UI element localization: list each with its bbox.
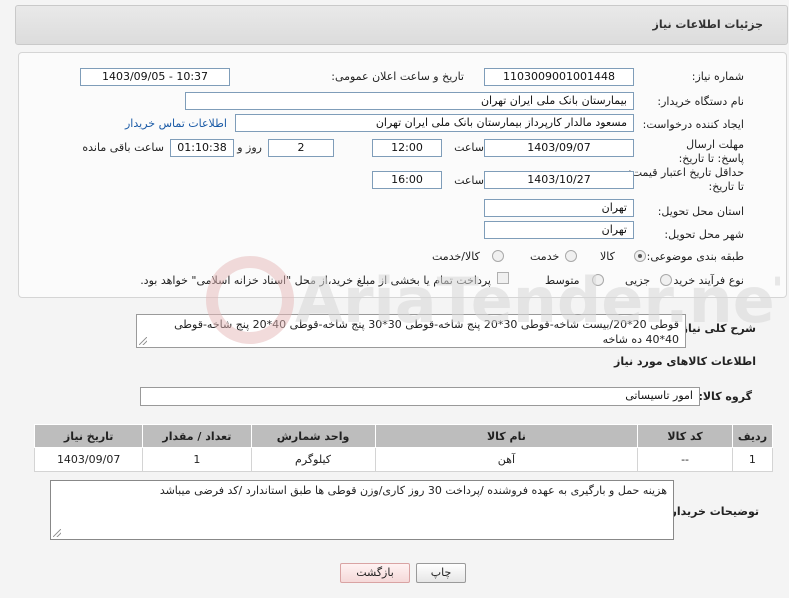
cell-row: 1 bbox=[731, 447, 774, 472]
col-header-date: تاریخ نیاز bbox=[33, 424, 144, 448]
col-header-name: نام کالا bbox=[374, 424, 639, 448]
reply-deadline-time-field[interactable]: 12:00 bbox=[372, 139, 442, 157]
print-button[interactable]: چاپ bbox=[416, 563, 466, 583]
price-validity-label: حداقل تاریخ اعتبار قیمت: تا تاریخ: bbox=[628, 166, 744, 193]
cell-unit: کیلوگرم bbox=[250, 447, 376, 472]
category-label: طبقه بندی موضوعی: bbox=[646, 250, 744, 263]
buyer-notes-field[interactable]: هزینه حمل و بارگیری به عهده فروشنده /پرد… bbox=[50, 480, 674, 540]
goods-table-header: ردیف کد کالا نام کالا واحد شمارش تعداد /… bbox=[33, 424, 774, 448]
purchase-process-label: نوع فرآیند خرید : bbox=[666, 274, 744, 287]
reply-deadline-label: مهلت ارسال پاسخ: تا تاریخ: bbox=[678, 138, 744, 165]
col-header-unit: واحد شمارش bbox=[250, 424, 376, 448]
price-validity-time-label: ساعت bbox=[454, 174, 484, 187]
page-title: جزئیات اطلاعات نیاز bbox=[652, 18, 764, 31]
table-row[interactable]: 1 -- آهن کیلوگرم 1 1403/09/07 bbox=[33, 447, 774, 472]
process-option-medium: متوسط bbox=[545, 274, 580, 287]
col-header-code: کد کالا bbox=[637, 424, 733, 448]
cell-quantity: 1 bbox=[142, 447, 252, 472]
category-option-goods-service: کالا/خدمت bbox=[432, 250, 480, 263]
back-button[interactable]: بازگشت bbox=[340, 563, 410, 583]
resize-handle-icon[interactable] bbox=[53, 529, 61, 537]
cell-name: آهن bbox=[374, 447, 639, 472]
page-header: جزئیات اطلاعات نیاز bbox=[15, 5, 788, 45]
general-description-text: قوطی 20*20/بیست شاخه-قوطی 30*20 پنج شاخه… bbox=[174, 318, 679, 346]
process-radio-minor[interactable] bbox=[660, 274, 672, 286]
process-option-minor: جزیی bbox=[625, 274, 651, 287]
reply-deadline-time-label: ساعت bbox=[454, 141, 484, 154]
buyer-contact-link[interactable]: اطلاعات تماس خریدار bbox=[125, 117, 227, 130]
announce-datetime-label: تاریخ و ساعت اعلان عمومی: bbox=[331, 70, 464, 83]
category-option-service: خدمت bbox=[530, 250, 560, 263]
category-radio-goods-service[interactable] bbox=[492, 250, 504, 262]
buyer-org-field[interactable]: بیمارستان بانک ملی ایران تهران bbox=[185, 92, 634, 110]
need-number-field[interactable]: 1103009001001448 bbox=[484, 68, 634, 86]
goods-group-field[interactable]: امور تاسیساتی bbox=[140, 387, 700, 406]
process-radio-medium[interactable] bbox=[592, 274, 604, 286]
price-validity-date-field[interactable]: 1403/10/27 bbox=[484, 171, 634, 189]
need-number-label: شماره نیاز: bbox=[691, 70, 744, 83]
treasury-payment-text: پرداخت تمام یا بخشی از مبلغ خرید،از محل … bbox=[140, 274, 491, 287]
category-radio-goods[interactable] bbox=[634, 250, 646, 262]
goods-group-label: گروه کالا: bbox=[698, 390, 752, 403]
page-frame: جزئیات اطلاعات نیاز شماره نیاز: 11030090… bbox=[0, 0, 789, 598]
announce-datetime-field[interactable]: 1403/09/05 - 10:37 bbox=[80, 68, 230, 86]
treasury-payment-checkbox[interactable] bbox=[497, 272, 509, 284]
delivery-city-label: شهر محل تحویل: bbox=[664, 228, 744, 241]
goods-table: ردیف کد کالا نام کالا واحد شمارش تعداد /… bbox=[33, 424, 774, 472]
general-description-label: شرح کلی نیاز: bbox=[677, 322, 756, 335]
goods-info-title: اطلاعات کالاهای مورد نیاز bbox=[614, 355, 756, 368]
col-header-row: ردیف bbox=[731, 424, 774, 448]
requester-field[interactable]: مسعود مالدار کارپرداز بیمارستان بانک ملی… bbox=[235, 114, 634, 132]
requester-label: ایجاد کننده درخواست: bbox=[642, 118, 744, 131]
buyer-notes-text: هزینه حمل و بارگیری به عهده فروشنده /پرد… bbox=[159, 484, 667, 497]
cell-code: -- bbox=[637, 447, 733, 472]
resize-handle-icon[interactable] bbox=[139, 337, 147, 345]
general-description-field[interactable]: قوطی 20*20/بیست شاخه-قوطی 30*20 پنج شاخه… bbox=[136, 314, 686, 348]
delivery-city-field[interactable]: تهران bbox=[484, 221, 634, 239]
delivery-province-field[interactable]: تهران bbox=[484, 199, 634, 217]
category-radio-service[interactable] bbox=[565, 250, 577, 262]
remaining-time-label: ساعت باقی مانده bbox=[82, 141, 164, 154]
remaining-days-field[interactable]: 2 bbox=[268, 139, 334, 157]
delivery-province-label: استان محل تحویل: bbox=[657, 205, 744, 218]
cell-date: 1403/09/07 bbox=[33, 447, 144, 472]
price-validity-time-field[interactable]: 16:00 bbox=[372, 171, 442, 189]
remaining-days-label: روز و bbox=[237, 141, 262, 154]
remaining-time-field[interactable]: 01:10:38 bbox=[170, 139, 234, 157]
col-header-quantity: تعداد / مقدار bbox=[142, 424, 252, 448]
buyer-notes-label: توضیحات خریدار: bbox=[666, 505, 759, 518]
reply-deadline-date-field[interactable]: 1403/09/07 bbox=[484, 139, 634, 157]
buyer-org-label: نام دستگاه خریدار: bbox=[657, 95, 744, 108]
category-option-goods: کالا bbox=[600, 250, 615, 263]
